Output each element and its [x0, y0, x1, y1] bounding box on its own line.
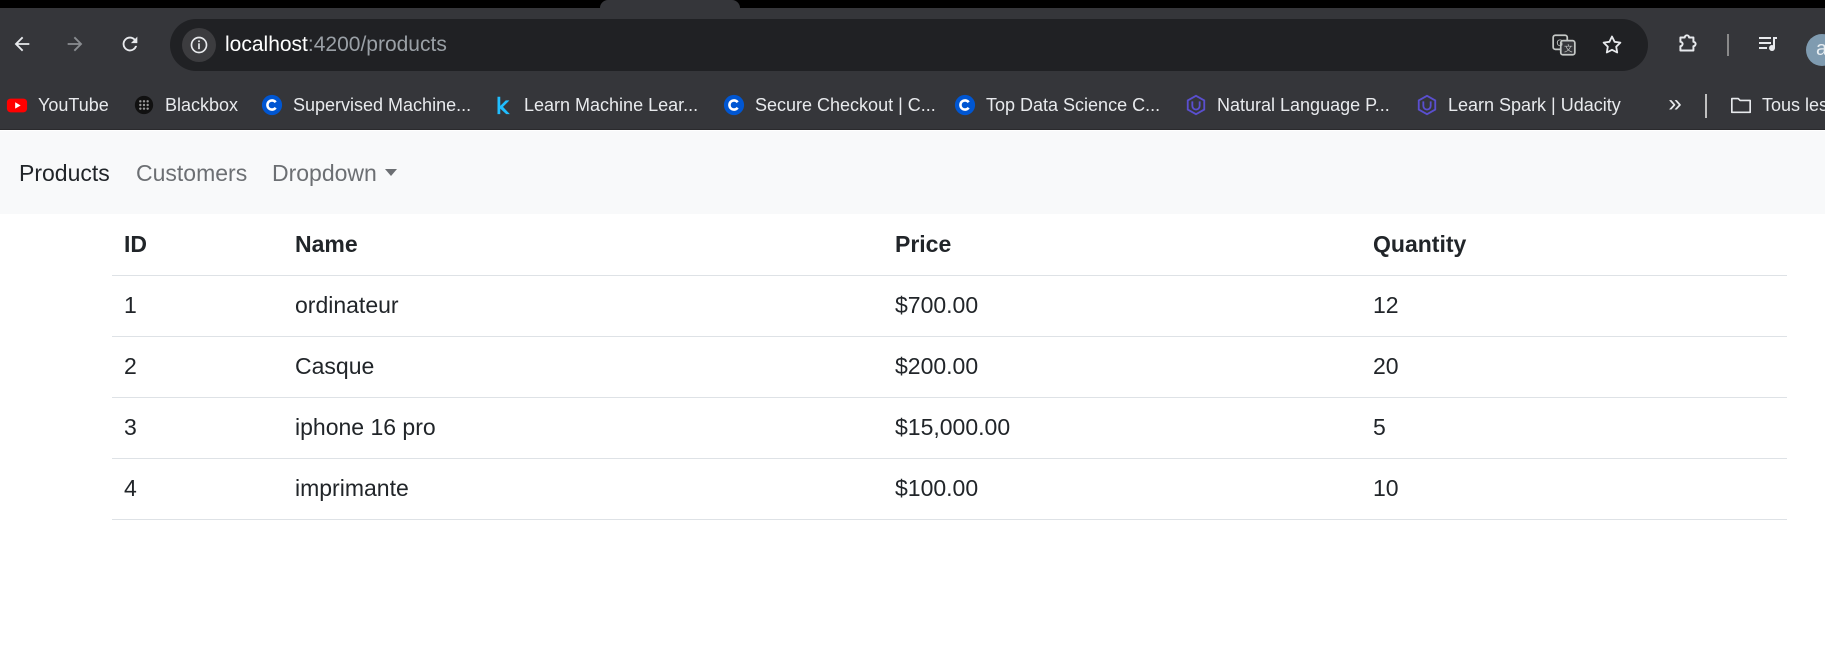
extensions-button[interactable]	[1672, 28, 1704, 60]
nav-link-products[interactable]: Products	[19, 159, 110, 187]
nav-dropdown-label: Dropdown	[272, 160, 377, 186]
cell-quantity: 10	[1361, 458, 1787, 520]
url-text[interactable]: localhost:4200/products	[225, 33, 447, 57]
playlist-icon	[1759, 37, 1777, 52]
reload-button[interactable]	[110, 24, 150, 64]
cell-id: 2	[112, 336, 283, 398]
cell-price: $100.00	[883, 458, 1361, 520]
site-info-icon[interactable]	[182, 28, 216, 62]
cell-price: $200.00	[883, 336, 1361, 398]
arrow-right-icon	[67, 36, 83, 52]
bookmark-label: Top Data Science C...	[986, 94, 1161, 115]
cell-name: imprimante	[283, 458, 883, 520]
app-navbar: Products Customers Dropdown	[0, 131, 1825, 214]
bookmarks-bar: YouTube Blackbox Supervised Machine... L…	[0, 80, 1825, 130]
bookmark-blackbox[interactable]: Blackbox	[133, 92, 238, 118]
all-bookmarks-folder[interactable]: Tous les	[1730, 92, 1825, 118]
reload-icon	[122, 36, 138, 52]
cell-quantity: 12	[1361, 275, 1787, 337]
coursera-icon	[261, 94, 283, 116]
toolbar-divider	[1727, 34, 1729, 56]
column-header-quantity: Quantity	[1361, 214, 1787, 276]
nav-link-customers[interactable]: Customers	[136, 159, 247, 187]
cell-name: iphone 16 pro	[283, 397, 883, 459]
cell-quantity: 20	[1361, 336, 1787, 398]
cell-id: 3	[112, 397, 283, 459]
bookmark-secure-checkout[interactable]: Secure Checkout | C...	[723, 92, 936, 118]
column-header-name: Name	[283, 214, 883, 276]
bookmark-label: Blackbox	[165, 94, 239, 115]
back-button[interactable]	[2, 24, 42, 64]
bookmark-youtube[interactable]: YouTube	[6, 92, 109, 118]
cell-id: 4	[112, 458, 283, 520]
folder-icon	[1730, 94, 1752, 116]
udacity-icon	[1185, 94, 1207, 116]
table-row: 2 Casque $200.00 20	[112, 336, 1787, 398]
cell-price: $15,000.00	[883, 397, 1361, 459]
kaggle-icon	[492, 94, 514, 116]
table-header: ID Name Price Quantity	[112, 214, 1787, 276]
browser-toolbar: localhost:4200/products G文 a	[0, 8, 1825, 80]
bookmark-label: Tous les	[1762, 94, 1825, 115]
bookmark-label: YouTube	[38, 94, 109, 115]
table-body: 1 ordinateur $700.00 12 2 Casque $200.00…	[112, 275, 1787, 520]
profile-avatar[interactable]: a	[1806, 34, 1825, 66]
cell-name: Casque	[283, 336, 883, 398]
bookmark-label: Natural Language P...	[1217, 94, 1390, 115]
products-table: ID Name Price Quantity 1 ordinateur $700…	[112, 214, 1787, 520]
column-header-id: ID	[112, 214, 283, 276]
bookmark-label: Learn Machine Lear...	[524, 94, 699, 115]
bookmark-star-icon[interactable]	[1598, 31, 1626, 59]
column-header-price: Price	[883, 214, 1361, 276]
bookmark-learn-ml[interactable]: Learn Machine Lear...	[492, 92, 698, 118]
bookmark-label: Supervised Machine...	[293, 94, 472, 115]
url-path: :4200/products	[307, 33, 447, 56]
table-header-row: ID Name Price Quantity	[112, 214, 1787, 276]
svg-text:文: 文	[1564, 43, 1573, 55]
bookmark-supervised-ml[interactable]: Supervised Machine...	[261, 92, 471, 118]
cell-quantity: 5	[1361, 397, 1787, 459]
table-row: 4 imprimante $100.00 10	[112, 458, 1787, 520]
udacity-icon	[1416, 94, 1438, 116]
arrow-left-icon	[14, 36, 30, 52]
caret-down-icon	[384, 169, 397, 177]
tab-strip	[0, 0, 1825, 8]
active-tab[interactable]	[600, 0, 740, 8]
bookmarks-divider	[1705, 94, 1707, 118]
blackbox-icon	[133, 94, 155, 116]
coursera-icon	[954, 94, 976, 116]
puzzle-icon	[1679, 34, 1697, 52]
cell-id: 1	[112, 275, 283, 337]
address-bar[interactable]: localhost:4200/products G文	[170, 19, 1648, 71]
forward-button[interactable]	[55, 24, 95, 64]
bookmark-learn-spark[interactable]: Learn Spark | Udacity	[1416, 92, 1621, 118]
bookmark-nlp[interactable]: Natural Language P...	[1185, 92, 1390, 118]
url-host: localhost	[225, 33, 308, 56]
youtube-icon	[6, 94, 28, 116]
bookmark-label: Learn Spark | Udacity	[1448, 94, 1621, 115]
bookmark-label: Secure Checkout | C...	[755, 94, 936, 115]
table-row: 1 ordinateur $700.00 12	[112, 275, 1787, 337]
translate-icon[interactable]: G文	[1550, 31, 1578, 59]
coursera-icon	[723, 94, 745, 116]
svg-text:G: G	[1556, 39, 1563, 49]
cell-name: ordinateur	[283, 275, 883, 337]
nav-dropdown-toggle[interactable]: Dropdown	[272, 159, 397, 187]
table-row: 3 iphone 16 pro $15,000.00 5	[112, 397, 1787, 459]
media-controls-button[interactable]	[1752, 28, 1784, 60]
more-bookmarks-button[interactable]: »	[1660, 92, 1690, 118]
bookmark-top-data-science[interactable]: Top Data Science C...	[954, 92, 1160, 118]
cell-price: $700.00	[883, 275, 1361, 337]
